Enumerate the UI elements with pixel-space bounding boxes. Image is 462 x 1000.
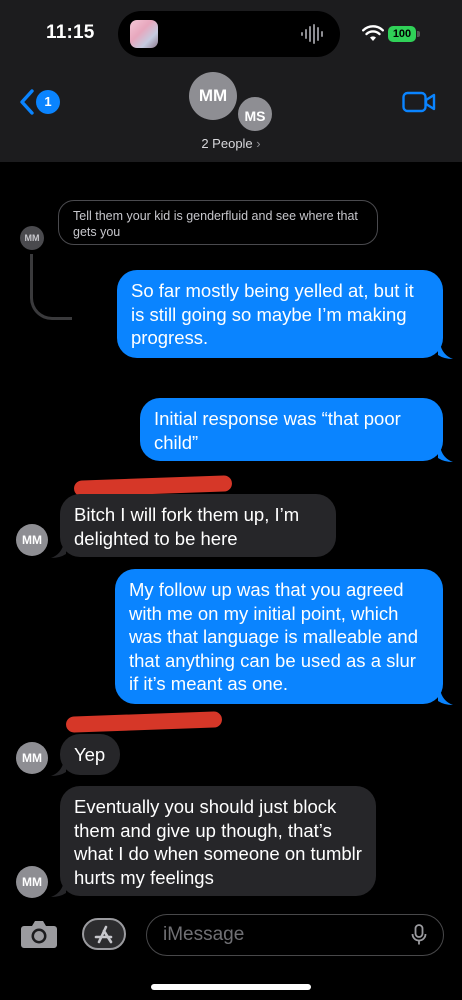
camera-icon[interactable] (20, 918, 58, 950)
message-bubble-received[interactable]: Bitch I will fork them up, I’m delighted… (60, 494, 336, 557)
reply-context-text: Tell them your kid is genderfluid and se… (73, 209, 358, 239)
wifi-icon (362, 25, 384, 41)
back-button[interactable]: 1 (18, 86, 64, 118)
message-text: Yep (74, 744, 106, 765)
message-bubble-received[interactable]: Yep (60, 734, 120, 775)
message-bubble-sent[interactable]: Initial response was “that poor child” (140, 398, 443, 461)
people-chevron-icon: › (256, 136, 261, 151)
app-store-icon (94, 925, 113, 944)
unread-badge: 1 (36, 90, 60, 114)
reply-thread-line (30, 254, 72, 320)
message-input-placeholder: iMessage (163, 924, 245, 945)
redaction-mark (65, 711, 223, 733)
bubble-tail (438, 343, 453, 359)
reply-context-avatar: MM (20, 226, 44, 250)
back-chevron-icon (20, 89, 34, 115)
status-time: 11:15 (46, 22, 95, 43)
bubble-tail (51, 881, 66, 897)
bubble-tail (438, 689, 453, 705)
sender-avatar[interactable]: MM (16, 866, 48, 898)
app-store-button[interactable] (82, 918, 126, 950)
dynamic-island[interactable] (118, 11, 340, 57)
bubble-tail (51, 760, 66, 776)
now-playing-artwork (130, 20, 158, 48)
microphone-icon[interactable] (411, 924, 427, 946)
sender-avatar[interactable]: MM (16, 742, 48, 774)
message-bubble-sent[interactable]: So far mostly being yelled at, but it is… (117, 270, 443, 358)
bubble-tail (438, 446, 453, 462)
message-text: My follow up was that you agreed with me… (129, 579, 418, 694)
people-label[interactable]: 2 People › (0, 136, 462, 151)
avatar-secondary[interactable]: MS (236, 95, 274, 133)
avatar-primary[interactable]: MM (189, 72, 237, 120)
battery-nub (417, 31, 420, 37)
sender-avatar[interactable]: MM (16, 524, 48, 556)
message-text: So far mostly being yelled at, but it is… (131, 280, 414, 348)
audio-wave-icon (301, 24, 323, 44)
video-call-icon[interactable] (402, 90, 436, 114)
message-text: Initial response was “that poor child” (154, 408, 401, 453)
message-text: Eventually you should just block them an… (74, 796, 362, 888)
message-input[interactable]: iMessage (146, 914, 444, 956)
battery-indicator: 100 (388, 26, 416, 42)
conversation-header: 11:15 100 1 MM MS 2 People › (0, 0, 462, 162)
home-indicator[interactable] (151, 984, 311, 990)
bubble-tail (51, 542, 66, 558)
message-text: Bitch I will fork them up, I’m delighted… (74, 504, 300, 549)
message-bubble-received[interactable]: Eventually you should just block them an… (60, 786, 376, 896)
message-bubble-sent[interactable]: My follow up was that you agreed with me… (115, 569, 443, 704)
people-count: 2 People (201, 136, 253, 151)
reply-context-bubble[interactable]: Tell them your kid is genderfluid and se… (58, 200, 378, 245)
